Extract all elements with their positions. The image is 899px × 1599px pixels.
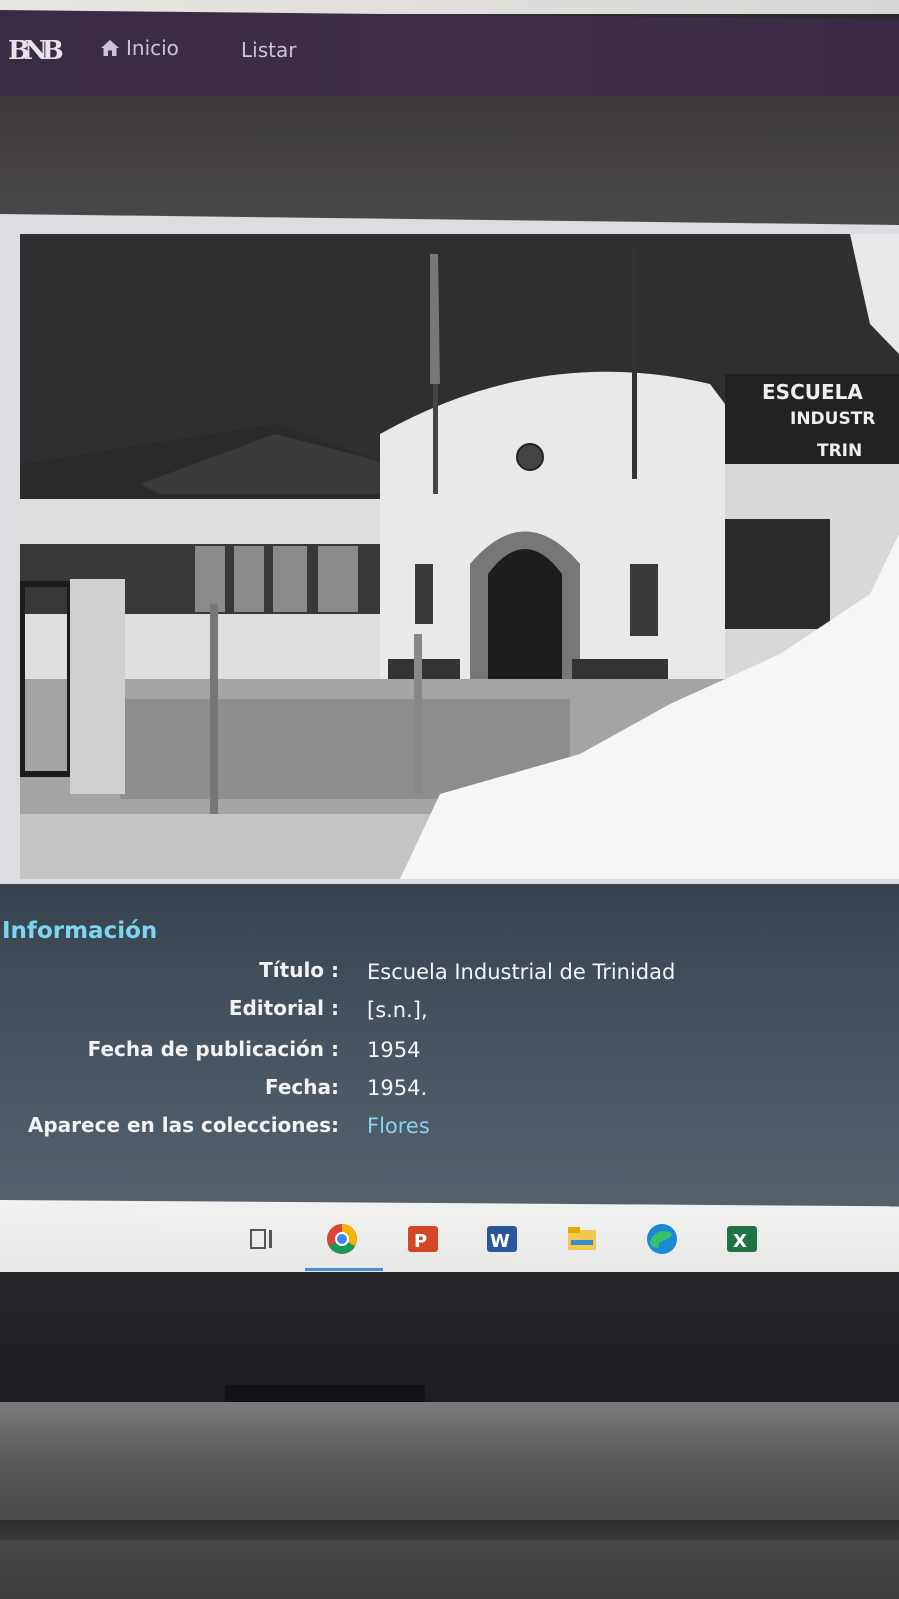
- collection-link[interactable]: Flores: [367, 1114, 430, 1138]
- active-app-indicator: [305, 1268, 383, 1271]
- info-heading: Información: [2, 918, 158, 944]
- powerpoint-icon[interactable]: P: [406, 1222, 440, 1256]
- home-icon: [101, 40, 119, 56]
- edge-icon[interactable]: [645, 1222, 679, 1256]
- sign-text-escuela: ESCUELA: [762, 380, 863, 404]
- laptop-base-edge: [0, 1520, 899, 1540]
- field-value-publication-date: 1954: [367, 1038, 421, 1062]
- laptop-bezel: [0, 1272, 899, 1402]
- excel-icon[interactable]: X: [725, 1222, 759, 1256]
- file-explorer-icon[interactable]: [565, 1222, 599, 1256]
- field-label-publication-date: Fecha de publicación :: [87, 1037, 339, 1061]
- task-view-icon[interactable]: [245, 1222, 279, 1256]
- nav-list-link[interactable]: Listar: [241, 38, 296, 62]
- field-value-publisher: [s.n.],: [367, 998, 428, 1022]
- field-label-date: Fecha:: [264, 1075, 339, 1099]
- sign-text-industrial: INDUSTR: [790, 409, 875, 429]
- page-gap-band: [0, 96, 899, 228]
- field-value-title: Escuela Industrial de Trinidad: [367, 960, 676, 984]
- item-photo[interactable]: ESCUELA INDUSTR TRIN: [20, 234, 899, 879]
- svg-text:X: X: [733, 1231, 747, 1252]
- chrome-icon[interactable]: [325, 1222, 359, 1256]
- svg-text:W: W: [490, 1231, 510, 1252]
- windows-taskbar: [0, 1200, 899, 1279]
- svg-text:P: P: [414, 1231, 427, 1252]
- word-icon[interactable]: W: [485, 1222, 519, 1256]
- field-value-date: 1954.: [367, 1076, 428, 1100]
- field-label-title: Título :: [259, 958, 339, 982]
- nav-home-link[interactable]: Inicio: [100, 36, 179, 60]
- sign-text-trinidad: TRIN: [817, 441, 862, 461]
- site-logo[interactable]: BNB: [8, 30, 64, 72]
- field-label-publisher: Editorial :: [228, 996, 339, 1020]
- field-label-collections: Aparece en las colecciones:: [27, 1113, 339, 1137]
- nav-home-label: Inicio: [126, 36, 179, 60]
- laptop-base: [0, 1402, 899, 1599]
